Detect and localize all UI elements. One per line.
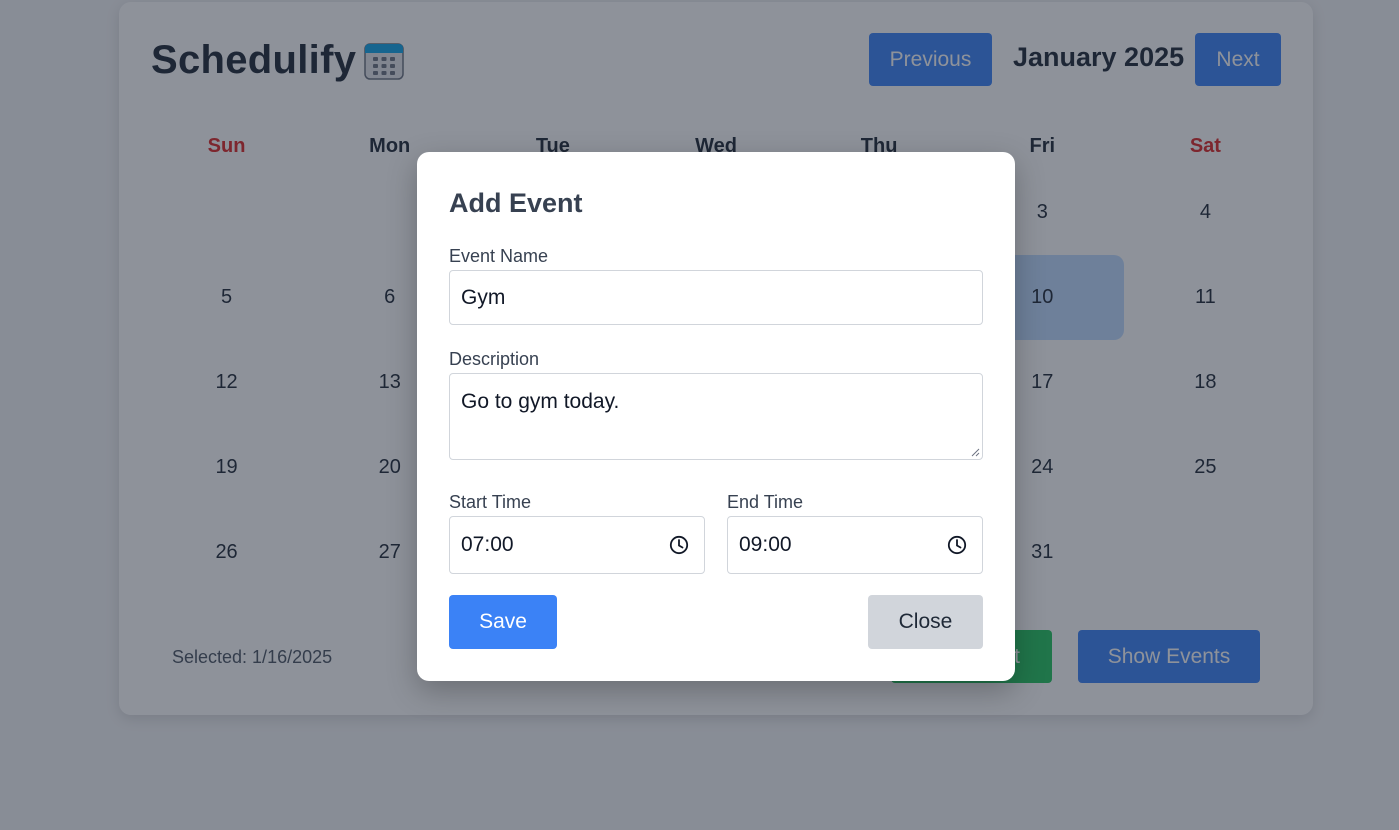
- description-label: Description: [449, 349, 540, 369]
- add-event-modal: Add Event Event Name Gym Description Go …: [417, 152, 1015, 681]
- description-textarea[interactable]: Go to gym today.: [449, 373, 983, 460]
- end-time-value: 09:00: [739, 533, 792, 556]
- clock-icon[interactable]: [947, 535, 967, 555]
- start-time-value: 07:00: [461, 533, 514, 556]
- event-name-value: Gym: [461, 285, 506, 309]
- description-value: Go to gym today.: [461, 390, 620, 413]
- start-time-label: Start Time: [449, 492, 532, 512]
- resize-grip-icon[interactable]: [970, 447, 980, 457]
- clock-icon[interactable]: [669, 535, 689, 555]
- modal-title: Add Event: [449, 188, 583, 218]
- end-time-input[interactable]: 09:00: [727, 516, 983, 574]
- start-time-input[interactable]: 07:00: [449, 516, 705, 574]
- event-name-label: Event Name: [449, 246, 549, 266]
- close-button[interactable]: Close: [868, 595, 983, 649]
- event-name-input[interactable]: Gym: [449, 270, 983, 325]
- end-time-label: End Time: [727, 492, 804, 512]
- save-button[interactable]: Save: [449, 595, 557, 649]
